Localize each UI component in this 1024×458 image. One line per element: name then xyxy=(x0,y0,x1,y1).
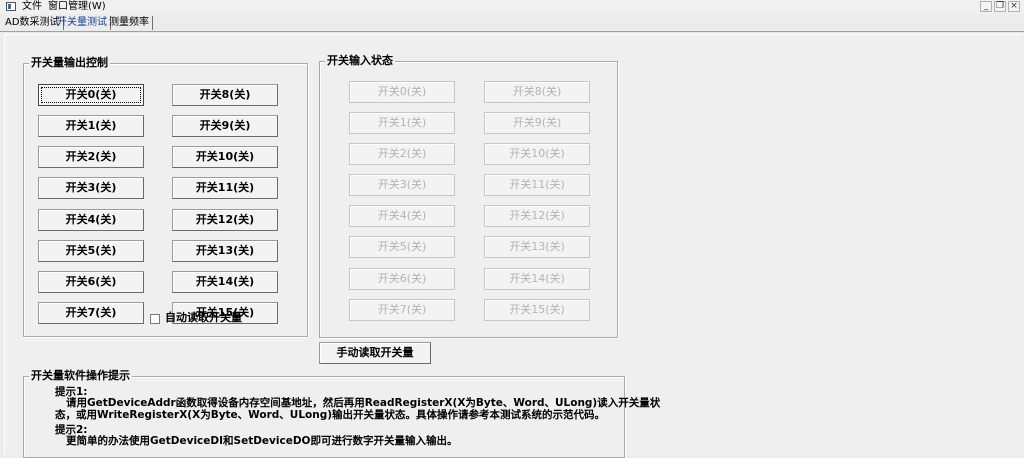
output-switch-2-button[interactable]: 开关2(关) xyxy=(38,146,144,168)
menu-file[interactable]: 文件 xyxy=(22,1,42,13)
input-switch-14-indicator: 开关14(关) xyxy=(484,268,590,290)
input-switch-15-indicator: 开关15(关) xyxy=(484,299,590,321)
tab-switch-test[interactable]: 开关量测试 xyxy=(54,16,111,30)
output-switch-9-button[interactable]: 开关9(关) xyxy=(172,115,278,137)
output-switch-14-button[interactable]: 开关14(关) xyxy=(172,271,278,293)
tab-bar: AD数采测试 开关量测试 测量频率 xyxy=(0,14,1024,32)
output-switch-4-button[interactable]: 开关4(关) xyxy=(38,209,144,231)
input-switch-10-indicator: 开关10(关) xyxy=(484,143,590,165)
input-switch-13-indicator: 开关13(关) xyxy=(484,236,590,258)
menu-bar: 文件 窗口管理(W) _ ❐ × xyxy=(0,0,1024,15)
output-switch-13-button[interactable]: 开关13(关) xyxy=(172,240,278,262)
input-switch-7-indicator: 开关7(关) xyxy=(349,299,455,321)
input-switch-0-indicator: 开关0(关) xyxy=(349,81,455,103)
menu-window[interactable]: 窗口管理(W) xyxy=(48,1,106,13)
input-switch-11-indicator: 开关11(关) xyxy=(484,174,590,196)
manual-read-button[interactable]: 手动读取开关量 xyxy=(319,342,431,364)
close-icon[interactable]: × xyxy=(1008,1,1020,12)
output-switch-6-button[interactable]: 开关6(关) xyxy=(38,271,144,293)
output-switch-3-button[interactable]: 开关3(关) xyxy=(38,177,144,199)
tip2-line1: 更简单的办法使用GetDeviceDI和SetDeviceDO即可进行数字开关量… xyxy=(66,435,458,447)
app-icon[interactable] xyxy=(6,2,16,11)
tips-group-title: 开关量软件操作提示 xyxy=(29,369,132,383)
auto-read-label[interactable]: 自动读取开关量 xyxy=(165,311,242,325)
output-switch-8-button[interactable]: 开关8(关) xyxy=(172,84,278,106)
output-switch-5-button[interactable]: 开关5(关) xyxy=(38,240,144,262)
auto-read-checkbox[interactable] xyxy=(150,314,160,324)
output-switch-10-button[interactable]: 开关10(关) xyxy=(172,146,278,168)
tip1-line2: 态，或用WriteRegisterX(X为Byte、Word、ULong)输出开… xyxy=(55,409,606,421)
input-group-title: 开关输入状态 xyxy=(325,54,395,68)
input-switch-4-indicator: 开关4(关) xyxy=(349,205,455,227)
input-switch-6-indicator: 开关6(关) xyxy=(349,268,455,290)
input-switch-8-indicator: 开关8(关) xyxy=(484,81,590,103)
tab-frequency[interactable]: 测量频率 xyxy=(106,16,153,30)
minimize-icon[interactable]: _ xyxy=(980,1,992,12)
input-switch-5-indicator: 开关5(关) xyxy=(349,236,455,258)
input-switch-2-indicator: 开关2(关) xyxy=(349,143,455,165)
input-switch-12-indicator: 开关12(关) xyxy=(484,205,590,227)
output-switch-1-button[interactable]: 开关1(关) xyxy=(38,115,144,137)
output-group-title: 开关量输出控制 xyxy=(29,56,110,70)
input-switch-3-indicator: 开关3(关) xyxy=(349,174,455,196)
output-switch-7-button[interactable]: 开关7(关) xyxy=(38,302,144,324)
input-switch-1-indicator: 开关1(关) xyxy=(349,112,455,134)
output-switch-0-button[interactable]: 开关0(关) xyxy=(38,84,144,106)
input-switch-9-indicator: 开关9(关) xyxy=(484,112,590,134)
output-switch-12-button[interactable]: 开关12(关) xyxy=(172,209,278,231)
output-switch-11-button[interactable]: 开关11(关) xyxy=(172,177,278,199)
restore-icon[interactable]: ❐ xyxy=(994,1,1006,12)
